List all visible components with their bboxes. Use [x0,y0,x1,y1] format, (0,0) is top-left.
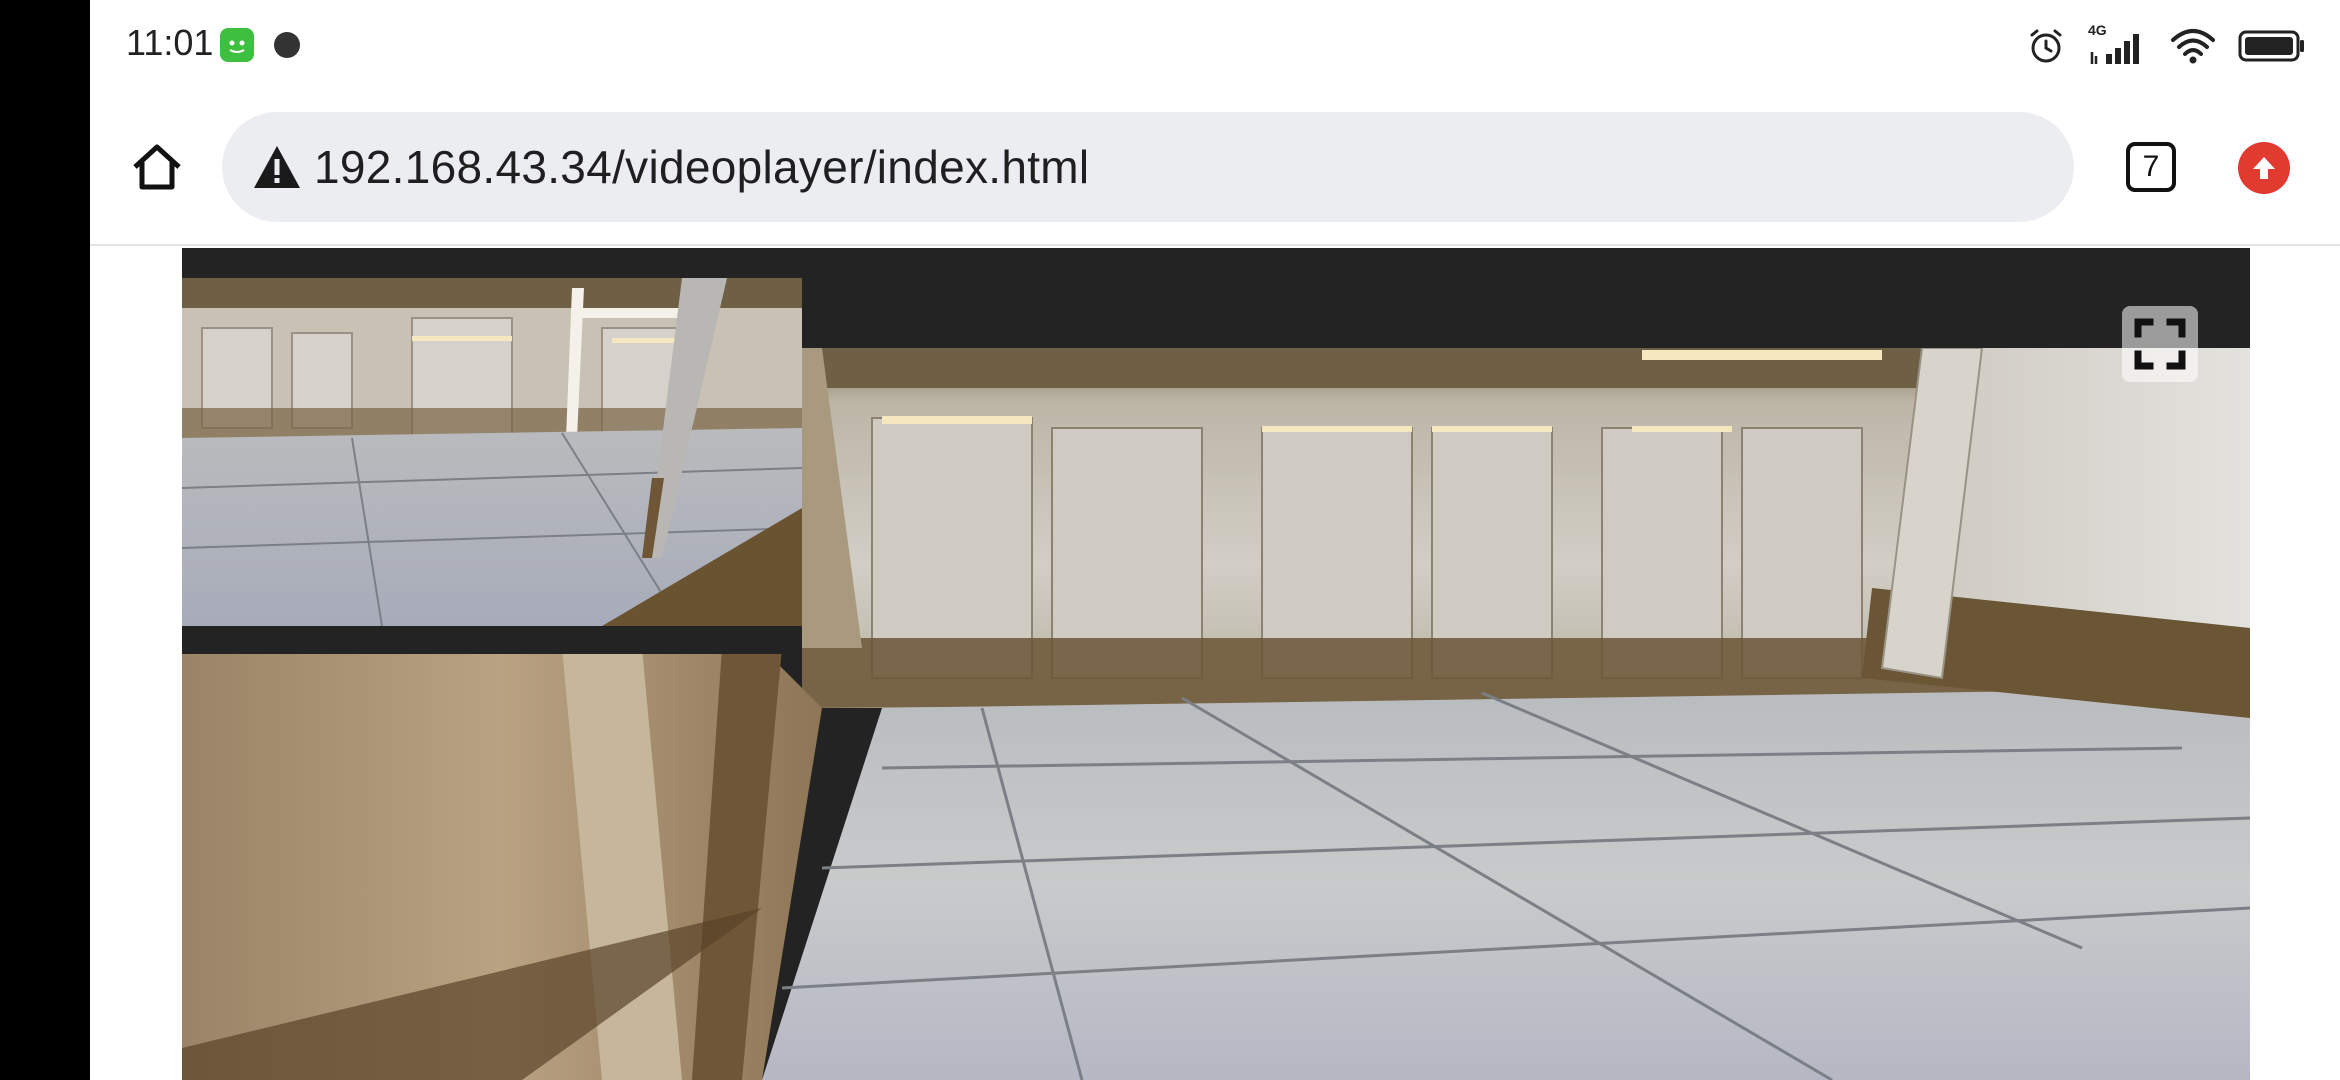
fullscreen-button[interactable] [2122,306,2198,382]
phone-screen: 11:01 4G 192.168.43.34/videoplayer/index… [90,0,2340,1080]
pip-video-stream[interactable] [182,278,802,654]
pip-video-frame [182,278,802,626]
battery-icon [2238,30,2304,62]
notification-app-icon [220,28,254,62]
status-icons: 4G [2026,22,2306,68]
status-time: 11:01 [126,22,214,63]
home-icon [133,144,181,190]
fullscreen-icon [2134,318,2186,370]
video-player[interactable] [182,248,2250,1080]
url-text[interactable]: 192.168.43.34/videoplayer/index.html [314,140,1089,194]
update-button[interactable] [2238,142,2290,194]
wifi-icon [2171,29,2215,64]
status-bar: 11:01 4G [90,0,2340,90]
alarm-icon [2030,29,2062,63]
warning-icon[interactable] [252,144,302,190]
browser-toolbar: 192.168.43.34/videoplayer/index.html 7 [90,90,2340,246]
arrow-up-icon [2253,157,2275,179]
web-page [90,246,2340,1080]
home-button[interactable] [124,134,190,200]
address-bar[interactable]: 192.168.43.34/videoplayer/index.html [222,112,2074,222]
signal-icon: 4G [2088,22,2148,66]
tab-switcher-button[interactable]: 7 [2126,142,2176,192]
notification-clock-icon [270,28,304,62]
